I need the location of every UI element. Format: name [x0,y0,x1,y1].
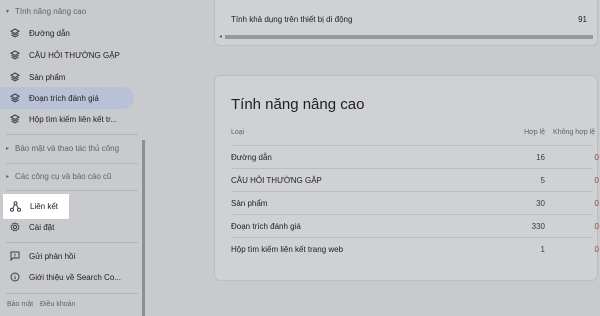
row-valid-count: 5 [540,176,545,185]
section-legacy-label: Các công cụ và báo cáo cũ [15,171,112,181]
card-title: Tính năng nâng cao [231,96,365,113]
mobile-usability-label: Tính khả dụng trên thiết bị di động [231,15,353,24]
table-row[interactable]: Hộp tìm kiếm liên kết trang web 1 0 [231,237,599,260]
layers-icon [10,72,20,82]
table-header: Loại Hợp lệ Không hợp lệ [231,129,595,143]
row-invalid-count: 0 [594,176,599,185]
sidebar-item-products[interactable]: Sản phẩm [0,66,138,88]
gear-icon [10,222,20,232]
column-valid[interactable]: Hợp lệ [509,129,545,136]
table-row[interactable]: Đoạn trích đánh giá 330 0 [231,214,599,237]
divider [6,134,138,135]
footer-privacy-link[interactable]: Bảo mật [7,301,33,308]
caret-right-icon: ▸ [6,145,10,152]
row-label: Đường dẫn [231,153,272,162]
horizontal-scrollbar[interactable] [225,35,593,39]
row-invalid-count: 0 [594,245,599,254]
footer-terms-link[interactable]: Điều khoản [40,301,75,308]
row-label: Sản phẩm [231,199,268,208]
sidebar-item-review-snippets[interactable]: Đoạn trích đánh giá [0,87,134,109]
layers-icon [10,93,20,103]
divider [6,163,138,164]
feedback-icon [10,251,20,261]
layers-icon [10,50,20,60]
scroll-left-icon[interactable]: ◂ [219,33,222,40]
sidebar-item-label: Sản phẩm [29,72,66,82]
section-legacy-header[interactable]: ▸ Các công cụ và báo cáo cũ [6,169,112,183]
sidebar-item-label: Giới thiệu về Search Co... [29,272,121,282]
sidebar-item-label: Đường dẫn [29,28,70,38]
layers-icon [10,28,20,38]
sidebar-item-label: CÂU HỎI THƯỜNG GẶP [29,50,120,60]
row-valid-count: 330 [531,222,545,231]
info-icon [10,272,20,282]
sidebar-item-feedback[interactable]: Gửi phản hồi [0,245,138,267]
caret-down-icon: ▾ [6,8,10,15]
sidebar-item-sitelinks-searchbox[interactable]: Hộp tìm kiếm liên kết tr... [0,108,138,130]
column-invalid[interactable]: Không hợp lệ [547,129,595,136]
divider [6,190,138,191]
layers-icon [10,114,20,124]
section-security-label: Bảo mật và thao tác thủ công [15,143,120,153]
divider [6,293,138,294]
sidebar-item-label: Hộp tìm kiếm liên kết tr... [29,114,118,124]
row-valid-count: 1 [540,245,545,254]
row-invalid-count: 0 [594,222,599,231]
sidebar-item-breadcrumbs[interactable]: Đường dẫn [0,22,138,44]
table-row[interactable]: CÂU HỎI THƯỜNG GẶP 5 0 [231,168,599,191]
row-label: CÂU HỎI THƯỜNG GẶP [231,176,322,185]
row-invalid-count: 0 [594,199,599,208]
sidebar-item-links[interactable]: Liên kết [3,194,69,219]
sidebar-item-label: Cài đặt [29,222,55,232]
advanced-features-card: Tính năng nâng cao Loại Hợp lệ Không hợp… [214,75,599,281]
sidebar-item-label: Liên kết [30,202,59,211]
sidebar-item-settings[interactable]: Cài đặt [0,216,138,238]
sidebar-item-label: Gửi phản hồi [29,251,76,261]
row-valid-count: 16 [536,153,545,162]
divider [6,242,138,243]
column-type: Loại [231,129,245,136]
sidebar-item-about[interactable]: Giới thiệu về Search Co... [0,266,138,288]
table-row[interactable]: Đường dẫn 16 0 [231,145,599,168]
row-invalid-count: 0 [594,153,599,162]
mobile-usability-card: Tính khả dụng trên thiết bị di động 91 ◂ [214,0,598,46]
links-icon [10,201,21,212]
section-advanced-label: Tính năng nâng cao [15,6,87,16]
sidebar-item-label: Đoạn trích đánh giá [29,93,99,103]
sidebar: ▾ Tính năng nâng cao Đường dẫn CÂU HỎI T… [0,0,148,316]
row-label: Hộp tìm kiếm liên kết trang web [231,245,344,254]
caret-right-icon: ▸ [6,173,10,180]
row-label: Đoạn trích đánh giá [231,222,301,231]
section-security-header[interactable]: ▸ Bảo mật và thao tác thủ công [6,141,119,155]
sidebar-item-faq[interactable]: CÂU HỎI THƯỜNG GẶP [0,44,138,66]
sidebar-scrollbar[interactable] [142,140,145,316]
row-valid-count: 30 [536,199,545,208]
table-row[interactable]: Sản phẩm 30 0 [231,191,599,214]
section-advanced-header[interactable]: ▾ Tính năng nâng cao [6,4,86,18]
mobile-usability-value: 91 [578,15,587,24]
